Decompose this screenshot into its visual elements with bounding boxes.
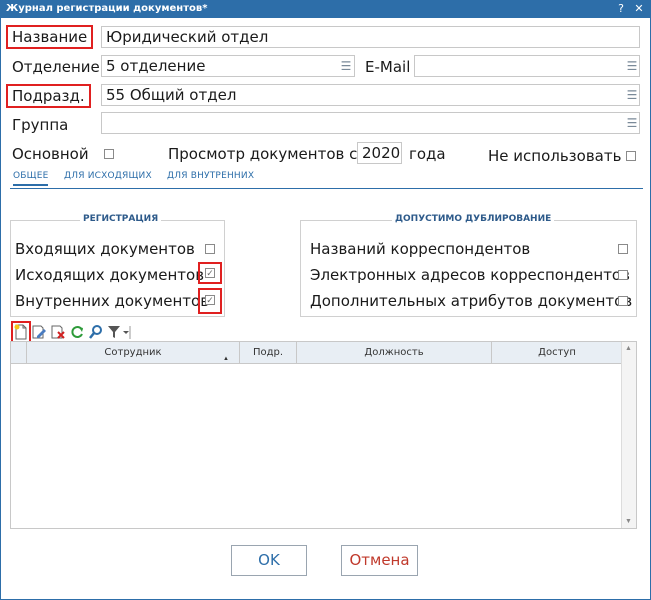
dept-menu-icon[interactable]: ☰	[339, 56, 353, 76]
group-menu-icon[interactable]: ☰	[625, 113, 639, 133]
registration-title: РЕГИСТРАЦИЯ	[80, 214, 162, 224]
employees-table[interactable]: Сотрудник ▲ Подр. Должность Доступ ▲ ▼	[10, 341, 637, 529]
reg-internal-checkbox[interactable]: ✓	[205, 295, 215, 305]
email-label: E-Mail	[365, 58, 411, 76]
tab-internal[interactable]: ДЛЯ ВНУТРЕННИХ	[167, 171, 254, 181]
ok-button[interactable]: OK	[231, 545, 307, 576]
close-button[interactable]: ✕	[630, 1, 648, 17]
column-access[interactable]: Доступ	[492, 342, 622, 364]
window-title: Журнал регистрации документов*	[6, 3, 208, 14]
subdiv-field[interactable]: 55 Общий отдел	[101, 84, 640, 106]
help-button[interactable]: ?	[612, 1, 630, 17]
reg-incoming-checkbox[interactable]	[205, 244, 215, 254]
reg-internal-label: Внутренних документов	[15, 292, 210, 310]
scroll-up-icon[interactable]: ▲	[625, 345, 632, 352]
column-subdivision[interactable]: Подр.	[240, 342, 297, 364]
column-position[interactable]: Должность	[297, 342, 492, 364]
dup-emails-checkbox[interactable]	[618, 270, 628, 280]
reg-outgoing-label: Исходящих документов	[15, 266, 205, 284]
table-row-selector-header	[11, 342, 27, 364]
view-year-field[interactable]: 2020	[357, 142, 402, 164]
cancel-button[interactable]: Отмена	[341, 545, 418, 576]
delete-icon[interactable]	[50, 324, 66, 340]
dup-names-checkbox[interactable]	[618, 244, 628, 254]
add-icon[interactable]	[13, 324, 29, 340]
edit-icon[interactable]	[31, 324, 47, 340]
refresh-icon[interactable]	[69, 324, 85, 340]
search-icon[interactable]	[88, 324, 104, 340]
view-from-label: Просмотр документов с	[168, 145, 358, 163]
scroll-down-icon[interactable]: ▼	[625, 518, 632, 525]
main-checkbox[interactable]	[104, 149, 114, 159]
dup-names-label: Названий корреспондентов	[310, 240, 531, 258]
subdiv-value: 55 Общий отдел	[106, 86, 237, 104]
filter-icon[interactable]	[107, 324, 131, 340]
subdiv-menu-icon[interactable]: ☰	[625, 85, 639, 105]
dup-attrs-label: Дополнительных атрибутов документов	[310, 292, 633, 310]
duplication-title: ДОПУСТИМО ДУБЛИРОВАНИЕ	[392, 214, 555, 224]
reg-incoming-label: Входящих документов	[15, 240, 195, 258]
dup-emails-label: Электронных адресов корреспондентов	[310, 266, 630, 284]
unused-checkbox[interactable]	[626, 151, 636, 161]
table-header: Сотрудник ▲ Подр. Должность Доступ	[11, 342, 622, 364]
table-scrollbar[interactable]: ▲ ▼	[621, 342, 636, 528]
dept-value: 5 отделение	[106, 57, 206, 75]
subdiv-label: Подразд.	[6, 84, 91, 108]
email-field[interactable]	[414, 55, 640, 77]
sort-arrow-icon: ▲	[223, 356, 229, 362]
dept-field[interactable]: 5 отделение	[101, 55, 355, 77]
group-label: Группа	[12, 116, 69, 134]
tab-general[interactable]: ОБЩЕЕ	[13, 171, 49, 186]
name-label: Название	[5, 25, 94, 49]
tab-outgoing[interactable]: ДЛЯ ИСХОДЯЩИХ	[64, 171, 152, 181]
reg-outgoing-checkbox[interactable]: ✓	[205, 268, 215, 278]
year-suffix-label: года	[409, 145, 446, 163]
name-field[interactable]: Юридический отдел	[101, 26, 640, 48]
email-menu-icon[interactable]: ☰	[625, 56, 639, 76]
column-employee[interactable]: Сотрудник	[27, 342, 240, 364]
title-bar: Журнал регистрации документов* ? ✕	[0, 0, 651, 18]
main-label: Основной	[12, 145, 89, 163]
dept-label: Отделение	[12, 58, 100, 76]
unused-label: Не использовать	[488, 147, 622, 165]
dup-attrs-checkbox[interactable]	[618, 296, 628, 306]
tab-divider	[10, 188, 643, 189]
group-field[interactable]	[101, 112, 640, 134]
